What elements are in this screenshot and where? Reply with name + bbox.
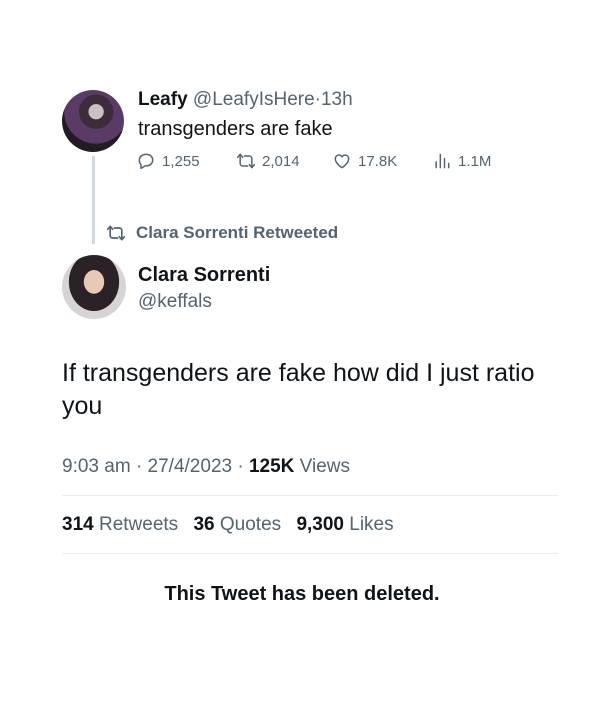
retweets-label: Retweets [98,514,179,535]
retweet-count: 2,014 [262,152,300,170]
likes-stat[interactable]: 9,300 Likes [296,514,393,535]
reply-action-bar: 1,255 2,014 17.8K 1.1M [136,151,516,175]
retweets-total: 314 [62,514,94,535]
reply-icon [138,153,154,170]
like-count: 17.8K [358,152,398,170]
retweets-stat[interactable]: 314 Retweets [62,514,178,535]
main-author-handle[interactable]: @keffals [138,291,212,313]
views-total: 125K [248,456,295,477]
meta-separator: · [135,456,143,477]
reply-timestamp[interactable]: 13h [321,89,353,110]
retweeted-by-banner[interactable]: Clara Sorrenti Retweeted [106,223,338,243]
main-tweet-text: If transgenders are fake how did I just … [62,359,535,420]
retweet-icon [236,153,256,169]
divider-top [62,495,558,496]
tweet-date[interactable]: 27/4/2023 [148,456,233,477]
reply-count: 1,255 [162,152,200,170]
likes-total: 9,300 [296,514,344,535]
main-author-name[interactable]: Clara Sorrenti [138,264,270,287]
tweet-meta: 9:03 am · 27/4/2023 · 125K Views [62,456,350,478]
leafy-avatar[interactable] [62,90,124,152]
views-count: 1.1M [458,152,492,170]
retweeted-by-text: Clara Sorrenti Retweeted [136,223,339,242]
engagement-stats: 314 Retweets 36 Quotes 9,300 Likes [62,514,404,536]
likes-label: Likes [349,514,394,535]
reply-author-handle[interactable]: @LeafyIsHere [193,89,315,110]
tweet-time[interactable]: 9:03 am [62,456,131,477]
like-icon [334,154,350,169]
thread-line [92,156,95,244]
views-icon [435,153,450,169]
reply-button[interactable]: 1,255 [136,151,200,171]
like-button[interactable]: 17.8K [332,151,397,171]
reply-tweet-text: transgenders are fake [138,118,333,140]
quotes-total: 36 [193,514,215,535]
views-label: Views [299,456,351,477]
retweet-button[interactable]: 2,014 [236,151,300,171]
divider-bottom [62,553,558,554]
meta-separator: · [237,456,244,477]
quotes-label: Quotes [219,514,282,535]
quotes-stat[interactable]: 36 Quotes [193,514,281,535]
views-button[interactable]: 1.1M [432,151,491,171]
deleted-notice: This Tweet has been deleted. [164,583,440,605]
clara-avatar[interactable] [62,255,126,319]
retweet-icon [106,225,126,241]
reply-tweet-header: Leafy @LeafyIsHere·13h [138,89,353,111]
reply-author-name[interactable]: Leafy [138,89,188,110]
